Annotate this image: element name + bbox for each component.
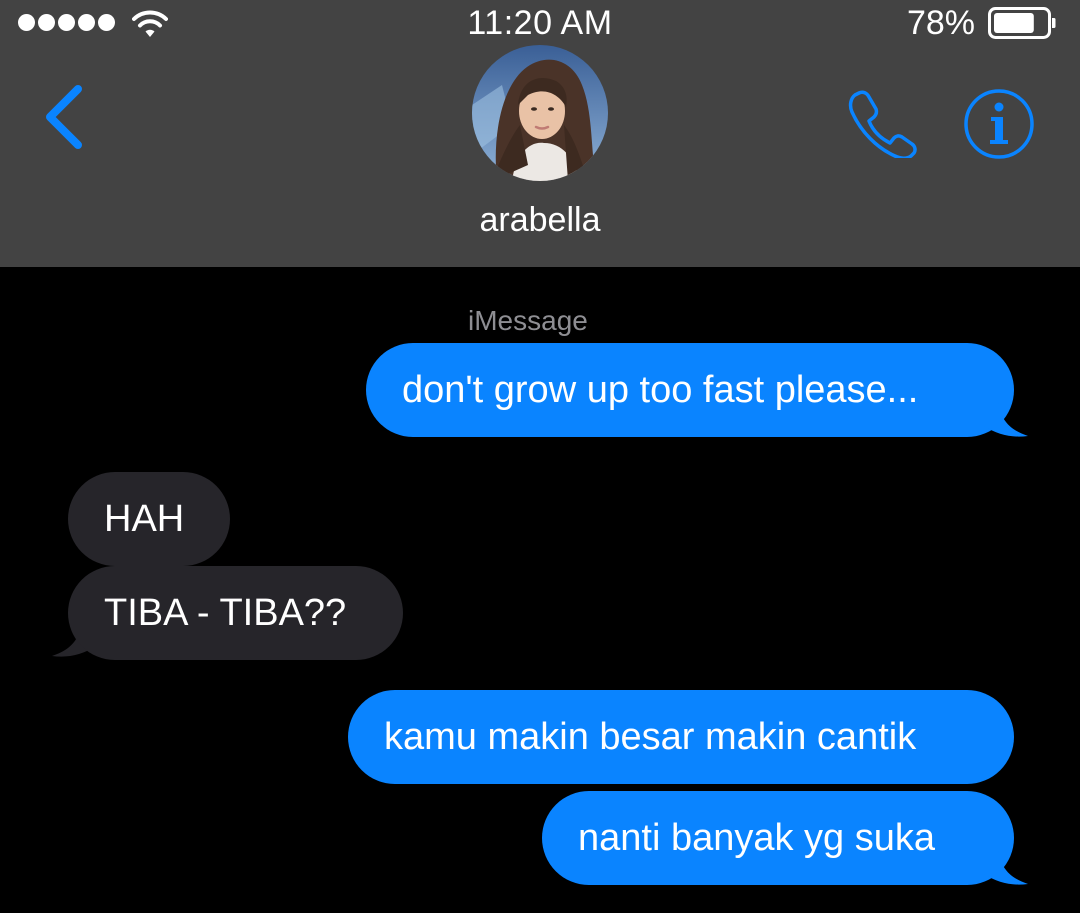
received-message-bubble[interactable]: TIBA - TIBA?? bbox=[68, 566, 403, 660]
battery-icon bbox=[988, 7, 1056, 39]
sent-bubble-tail bbox=[984, 848, 1028, 885]
sent-message-bubble[interactable]: nanti banyak yg suka bbox=[542, 791, 1014, 885]
received-message-bubble[interactable]: HAH bbox=[68, 472, 230, 566]
battery-percent: 78% bbox=[906, 4, 975, 42]
message-text: HAH bbox=[104, 498, 185, 540]
phone-icon[interactable] bbox=[845, 88, 917, 158]
message-text: kamu makin besar makin cantik bbox=[384, 716, 917, 758]
message-text: nanti banyak yg suka bbox=[578, 817, 936, 859]
sent-message-bubble[interactable]: kamu makin besar makin cantik bbox=[348, 690, 1014, 784]
sent-message-bubble[interactable]: don't grow up too fast please... bbox=[366, 343, 1014, 437]
message-text: don't grow up too fast please... bbox=[402, 369, 919, 411]
sent-bubble-tail bbox=[984, 400, 1028, 437]
service-label: iMessage bbox=[468, 305, 588, 336]
contact-avatar[interactable] bbox=[472, 45, 608, 181]
message-text: TIBA - TIBA?? bbox=[104, 592, 347, 634]
conversation-header: 11:20 AM 78% arabella bbox=[0, 0, 1080, 267]
back-chevron-icon[interactable] bbox=[42, 84, 86, 150]
status-bar: 11:20 AM 78% bbox=[0, 0, 1080, 46]
contact-name[interactable]: arabella bbox=[0, 201, 1080, 240]
info-icon[interactable] bbox=[963, 88, 1035, 160]
